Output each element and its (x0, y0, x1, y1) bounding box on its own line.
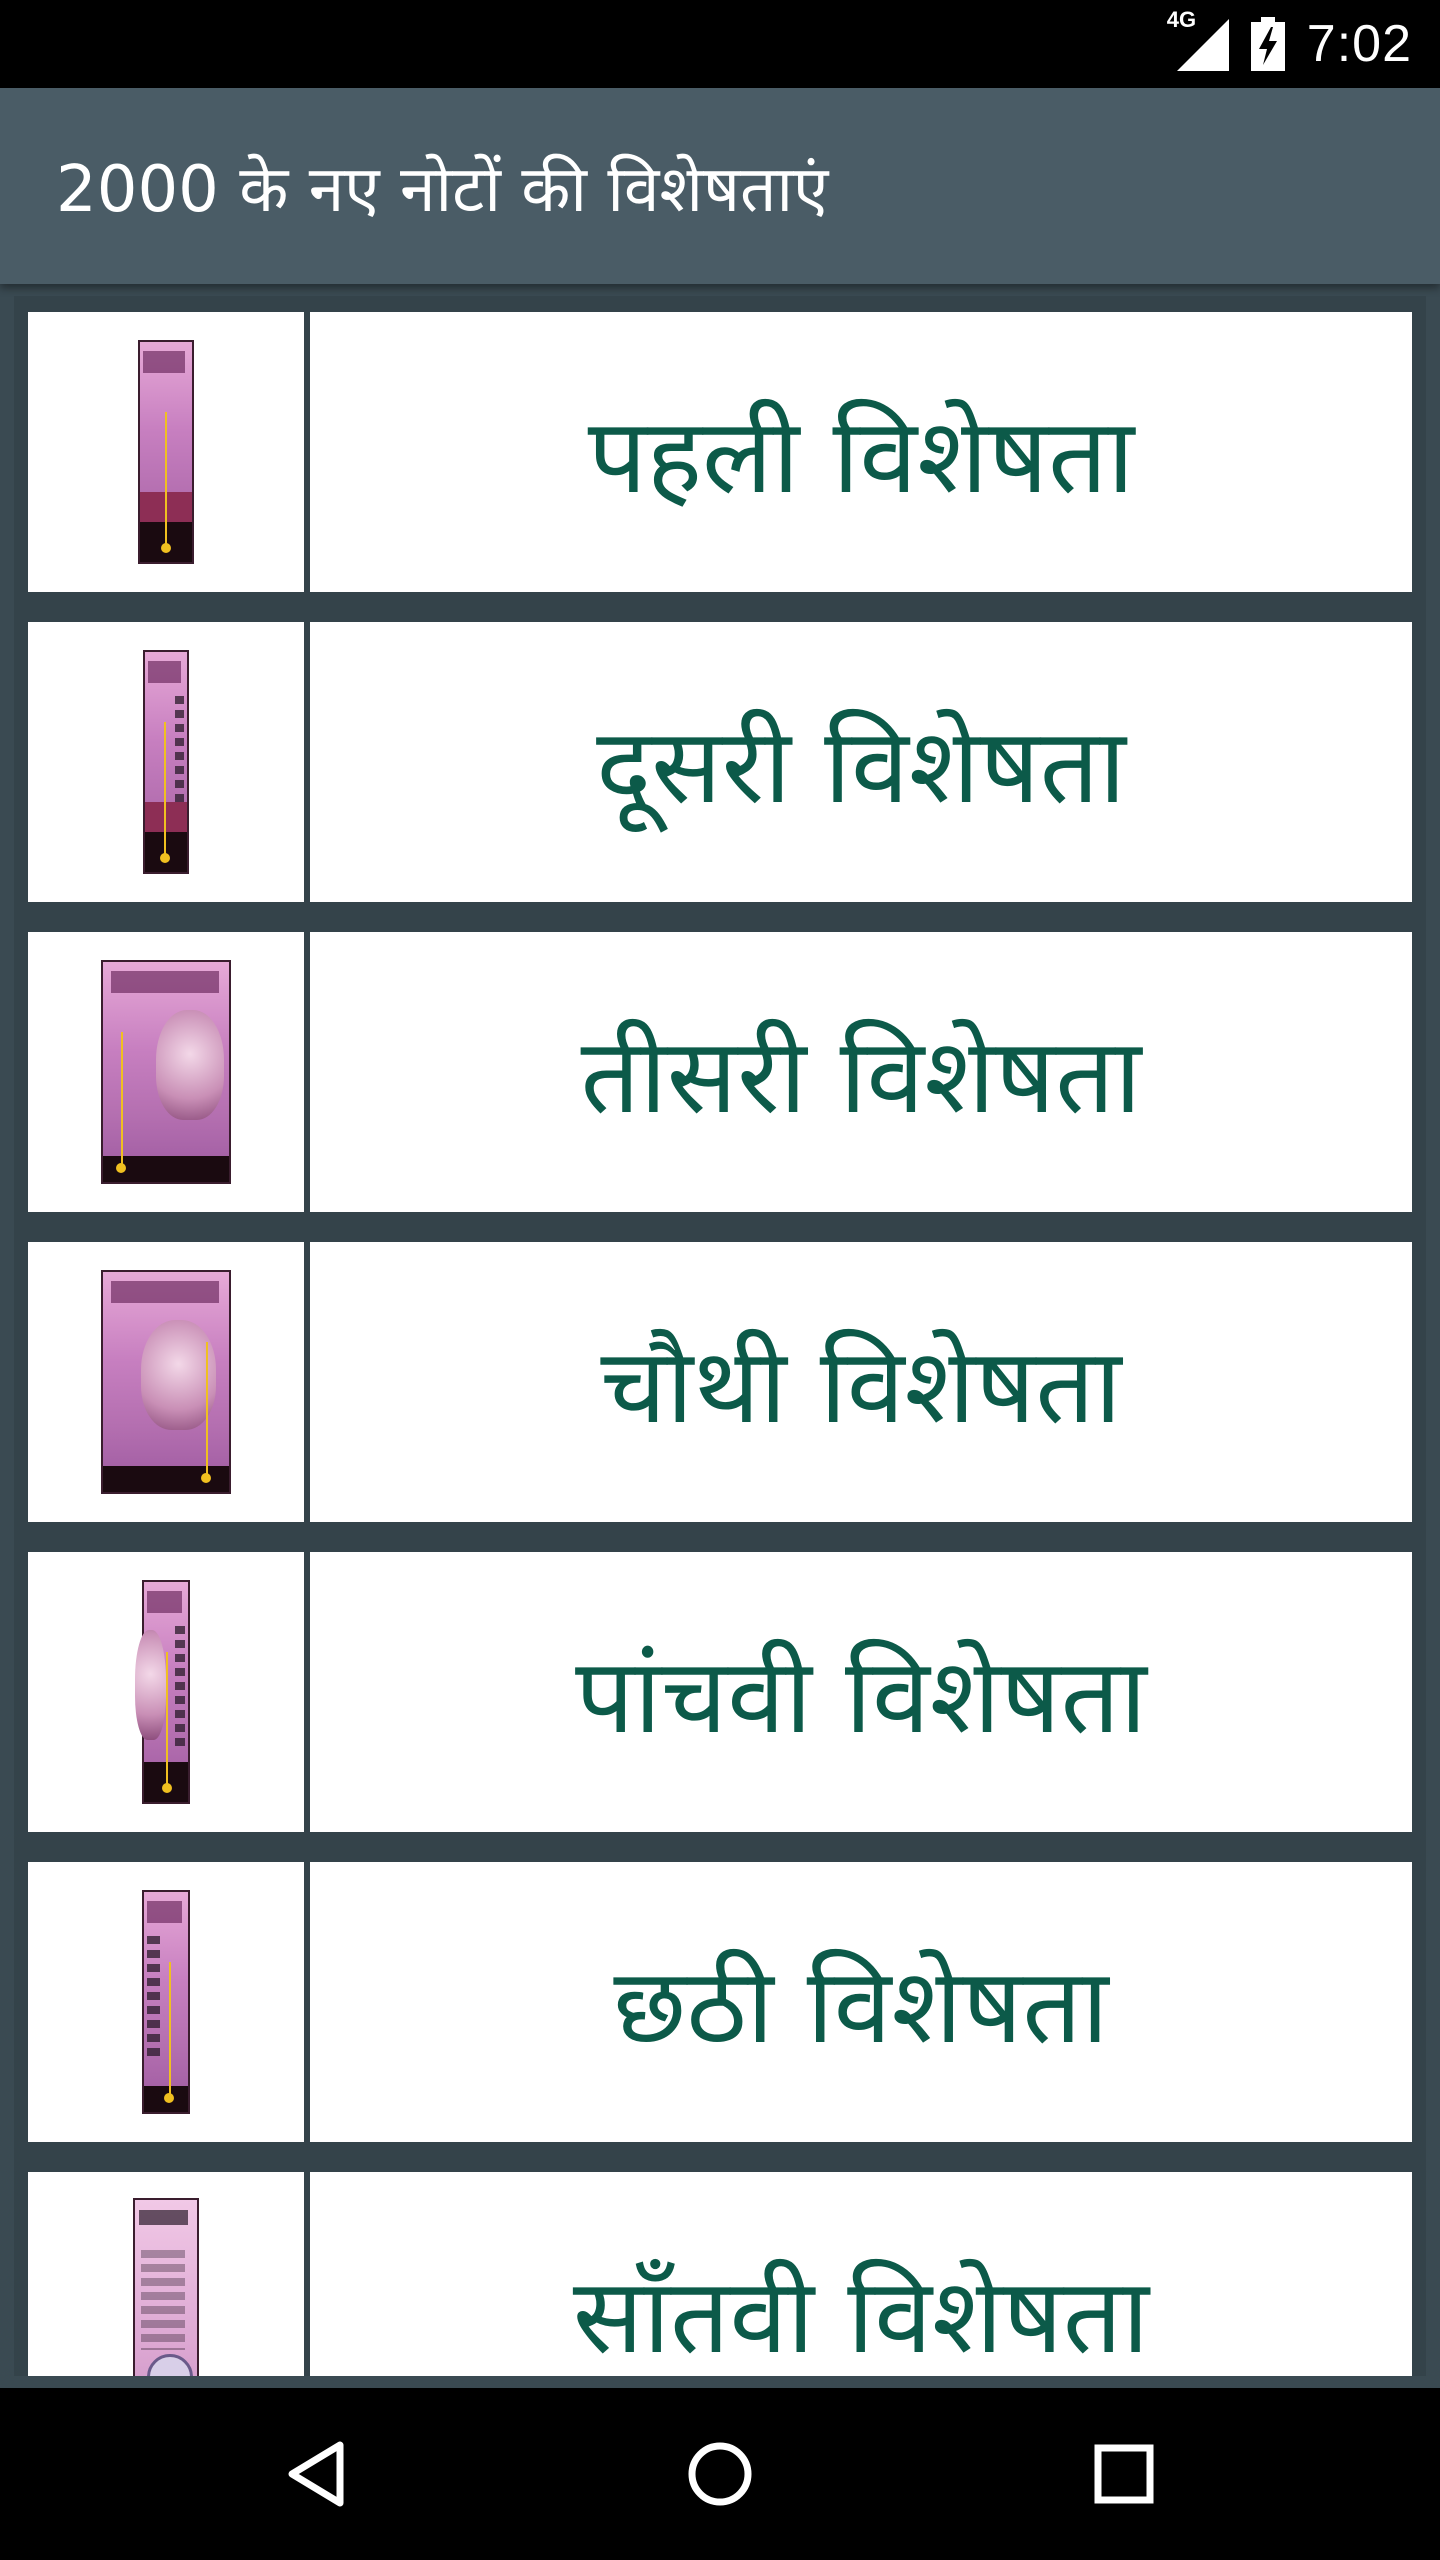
note-thumbnail (28, 1552, 310, 1832)
list-item[interactable]: साँतवी विशेषता (28, 2172, 1412, 2376)
page-title: 2000 के नए नोटों की विशेषताएं (56, 152, 829, 227)
feature-label: छठी विशेषता (310, 1862, 1412, 2142)
feature-label: तीसरी विशेषता (310, 932, 1412, 1212)
list-item[interactable]: छठी विशेषता (28, 1862, 1412, 2142)
note-thumbnail (28, 2172, 310, 2376)
note-thumbnail (28, 312, 310, 592)
navigation-bar (0, 2388, 1440, 2560)
banknote-image-icon (142, 1890, 190, 2114)
back-button[interactable] (216, 2388, 416, 2560)
recents-square-icon (1094, 2444, 1154, 2504)
clock: 7:02 (1306, 15, 1412, 73)
feature-label: पहली विशेषता (310, 312, 1412, 592)
note-thumbnail (28, 932, 310, 1212)
battery-charging-icon (1250, 17, 1285, 71)
app-screen: 4G 7:02 2000 के नए नोटों की विशेषताएं पह… (0, 0, 1440, 2560)
app-bar: 2000 के नए नोटों की विशेषताएं (0, 88, 1440, 284)
list-item[interactable]: चौथी विशेषता (28, 1242, 1412, 1522)
list-item[interactable]: दूसरी विशेषता (28, 622, 1412, 902)
network-type-label: 4G (1166, 7, 1197, 32)
note-thumbnail (28, 1242, 310, 1522)
home-button[interactable] (620, 2388, 820, 2560)
back-triangle-icon (288, 2441, 344, 2507)
banknote-image-icon (101, 960, 231, 1184)
feature-label: चौथी विशेषता (310, 1242, 1412, 1522)
seal-icon (147, 2354, 194, 2376)
feature-list[interactable]: पहली विशेषता दूसरी विशेषता तीसरी विशेषता… (14, 296, 1426, 2376)
status-bar: 4G 7:02 (0, 0, 1440, 88)
banknote-image-icon (101, 1270, 231, 1494)
banknote-image-icon (135, 1580, 190, 1804)
banknote-image-icon (133, 2198, 199, 2376)
feature-label: पांचवी विशेषता (310, 1552, 1412, 1832)
list-item[interactable]: पांचवी विशेषता (28, 1552, 1412, 1832)
banknote-image-icon (138, 340, 194, 564)
home-circle-icon (688, 2442, 752, 2506)
feature-label: दूसरी विशेषता (310, 622, 1412, 902)
note-thumbnail (28, 622, 310, 902)
list-item[interactable]: पहली विशेषता (28, 312, 1412, 592)
note-thumbnail (28, 1862, 310, 2142)
banknote-image-icon (143, 650, 189, 874)
list-item[interactable]: तीसरी विशेषता (28, 932, 1412, 1212)
recents-button[interactable] (1024, 2388, 1224, 2560)
status-icons: 4G 7:02 (1167, 0, 1412, 88)
feature-label: साँतवी विशेषता (310, 2172, 1412, 2376)
signal-icon: 4G (1167, 7, 1229, 71)
